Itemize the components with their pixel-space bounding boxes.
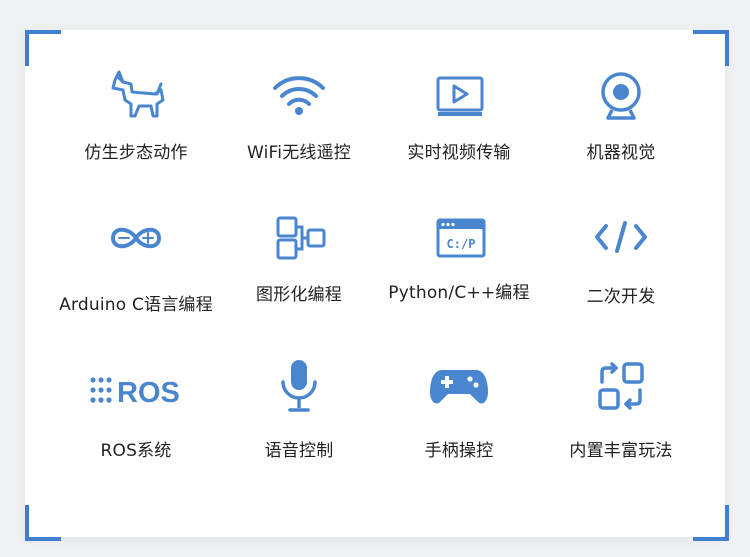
feature-label: 图形化编程 — [256, 285, 342, 305]
microphone-icon — [281, 360, 317, 412]
feature-wifi-remote: WiFi无线遥控 — [209, 64, 389, 163]
code-window-text: C:/P — [447, 237, 476, 251]
feature-label: 二次开发 — [586, 287, 656, 307]
feature-ros: ROS ROS系统 — [46, 360, 226, 461]
gamepad-icon — [430, 370, 488, 404]
robot-dog-icon — [111, 70, 165, 118]
feature-label: ROS系统 — [100, 441, 172, 461]
feature-label: 机器视觉 — [586, 143, 656, 163]
block-diagram-icon — [276, 216, 326, 260]
feature-label: 仿生步态动作 — [84, 143, 188, 163]
feature-machine-vision: 机器视觉 — [531, 64, 711, 163]
corner-bracket-bottom-right — [693, 505, 729, 541]
feature-label: 实时视频传输 — [407, 143, 511, 163]
feature-graphical-programming: 图形化编程 — [209, 208, 389, 305]
feature-video-stream: 实时视频传输 — [369, 64, 549, 163]
feature-arduino-c: Arduino C语言编程 — [46, 208, 226, 315]
feature-builtin-gameplay: 内置丰富玩法 — [531, 356, 711, 461]
feature-label: 内置丰富玩法 — [569, 441, 673, 461]
feature-secondary-development: 二次开发 — [531, 208, 711, 307]
feature-label: WiFi无线遥控 — [246, 143, 352, 163]
code-window-icon: C:/P — [436, 218, 486, 258]
switch-apps-icon — [598, 362, 644, 410]
arduino-icon — [110, 227, 162, 249]
video-play-icon — [436, 76, 484, 116]
wifi-icon — [273, 76, 325, 115]
ros-logo-icon: ROS — [90, 377, 180, 409]
feature-label: 语音控制 — [264, 441, 334, 461]
feature-label: Python/C++编程 — [388, 283, 530, 303]
feature-python-cpp: C:/P Python/C++编程 — [369, 208, 549, 303]
corner-bracket-top-left — [25, 30, 61, 66]
ros-logo-text: ROS — [117, 377, 180, 409]
feature-gamepad: 手柄操控 — [369, 356, 549, 461]
feature-label: Arduino C语言编程 — [59, 295, 213, 315]
feature-label: 手柄操控 — [424, 441, 494, 461]
code-brackets-icon — [595, 221, 647, 253]
webcam-icon — [601, 72, 641, 120]
feature-bionic-gait: 仿生步态动作 — [46, 64, 226, 163]
feature-voice-control: 语音控制 — [209, 356, 389, 461]
corner-bracket-top-right — [693, 30, 729, 66]
corner-bracket-bottom-left — [25, 505, 61, 541]
